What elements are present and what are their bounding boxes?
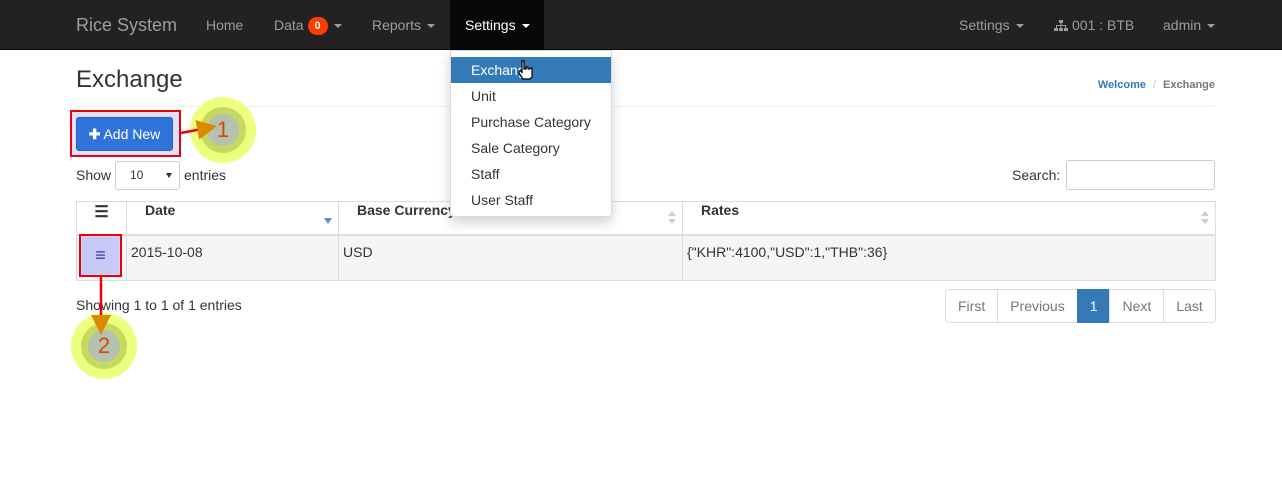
annotation-arrows bbox=[91, 120, 217, 335]
annotation-arrow-1 bbox=[180, 120, 217, 140]
hand-cursor-icon bbox=[518, 60, 533, 80]
